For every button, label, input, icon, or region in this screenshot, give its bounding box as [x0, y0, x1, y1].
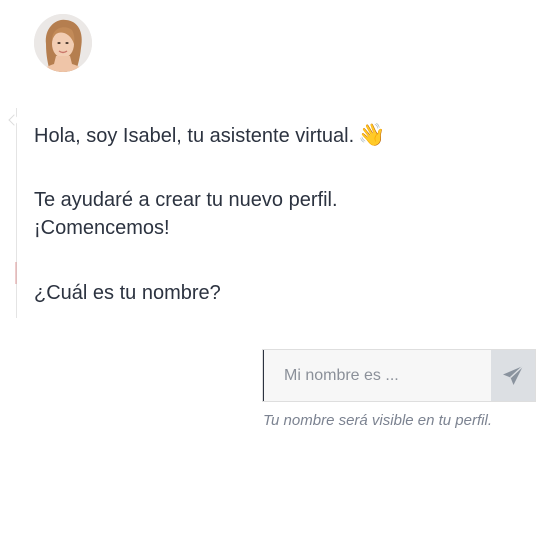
send-button[interactable]	[491, 350, 535, 401]
message-start: ¡Comencemos!	[34, 217, 170, 239]
greeting-text: Hola, soy Isabel, tu asistente virtual.	[34, 125, 355, 147]
woman-avatar-icon	[34, 14, 92, 72]
message-greeting: Hola, soy Isabel, tu asistente virtual. 👋	[34, 121, 386, 150]
message-intro: Te ayudaré a crear tu nuevo perfil.	[34, 189, 338, 211]
message-question: ¿Cuál es tu nombre?	[34, 282, 221, 304]
waving-hand-icon: 👋	[358, 122, 386, 147]
name-input[interactable]	[263, 350, 491, 401]
name-input-group	[262, 349, 536, 402]
assistant-avatar	[34, 14, 92, 72]
bubble-accent	[15, 262, 17, 284]
input-hint: Tu nombre será visible en tu perfil.	[263, 412, 492, 429]
chat-page: Hola, soy Isabel, tu asistente virtual. 👋…	[0, 0, 549, 556]
send-icon	[503, 364, 524, 385]
